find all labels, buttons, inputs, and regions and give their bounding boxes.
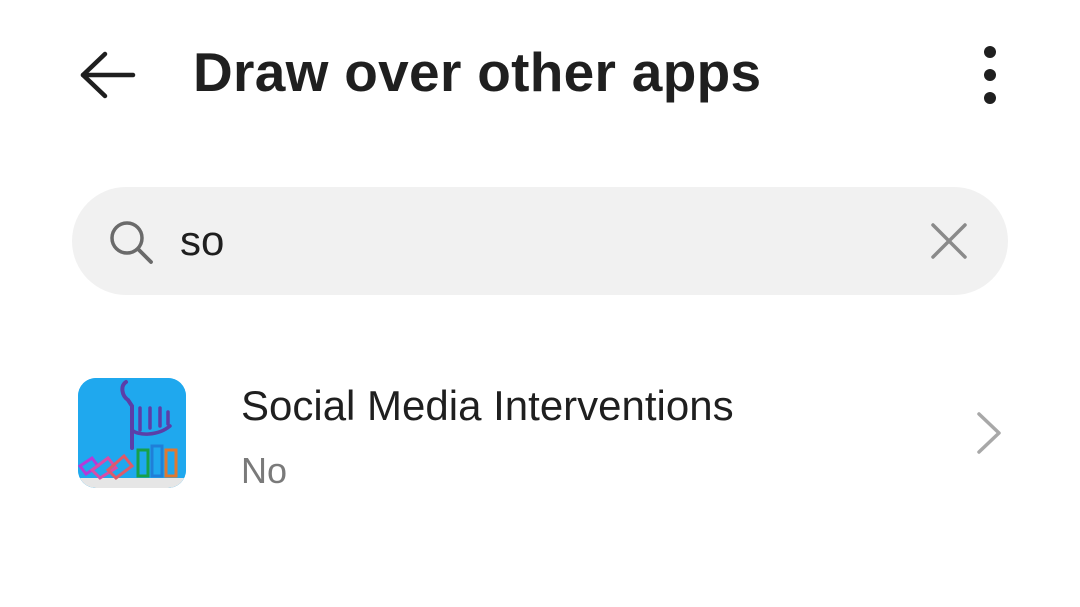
- screen: Draw over other apps so Social Media Int…: [0, 0, 1080, 607]
- page-title: Draw over other apps: [193, 41, 762, 103]
- back-button[interactable]: [62, 30, 152, 120]
- clear-search-button[interactable]: [920, 212, 978, 270]
- arrow-left-icon: [80, 51, 136, 99]
- app-name: Social Media Interventions: [241, 382, 734, 429]
- close-icon: [931, 223, 967, 259]
- app-icon: [78, 378, 186, 488]
- search-icon: [110, 221, 153, 264]
- app-permission-status: No: [241, 450, 288, 491]
- more-options-button[interactable]: [955, 30, 1025, 120]
- search-input[interactable]: [180, 209, 880, 273]
- app-bar: Draw over other apps: [0, 0, 1080, 150]
- list-item[interactable]: Social Media Interventions No: [0, 340, 1080, 530]
- more-vertical-icon: [984, 46, 996, 104]
- chevron-right-icon: [977, 412, 1001, 454]
- search-bar[interactable]: [72, 187, 1008, 295]
